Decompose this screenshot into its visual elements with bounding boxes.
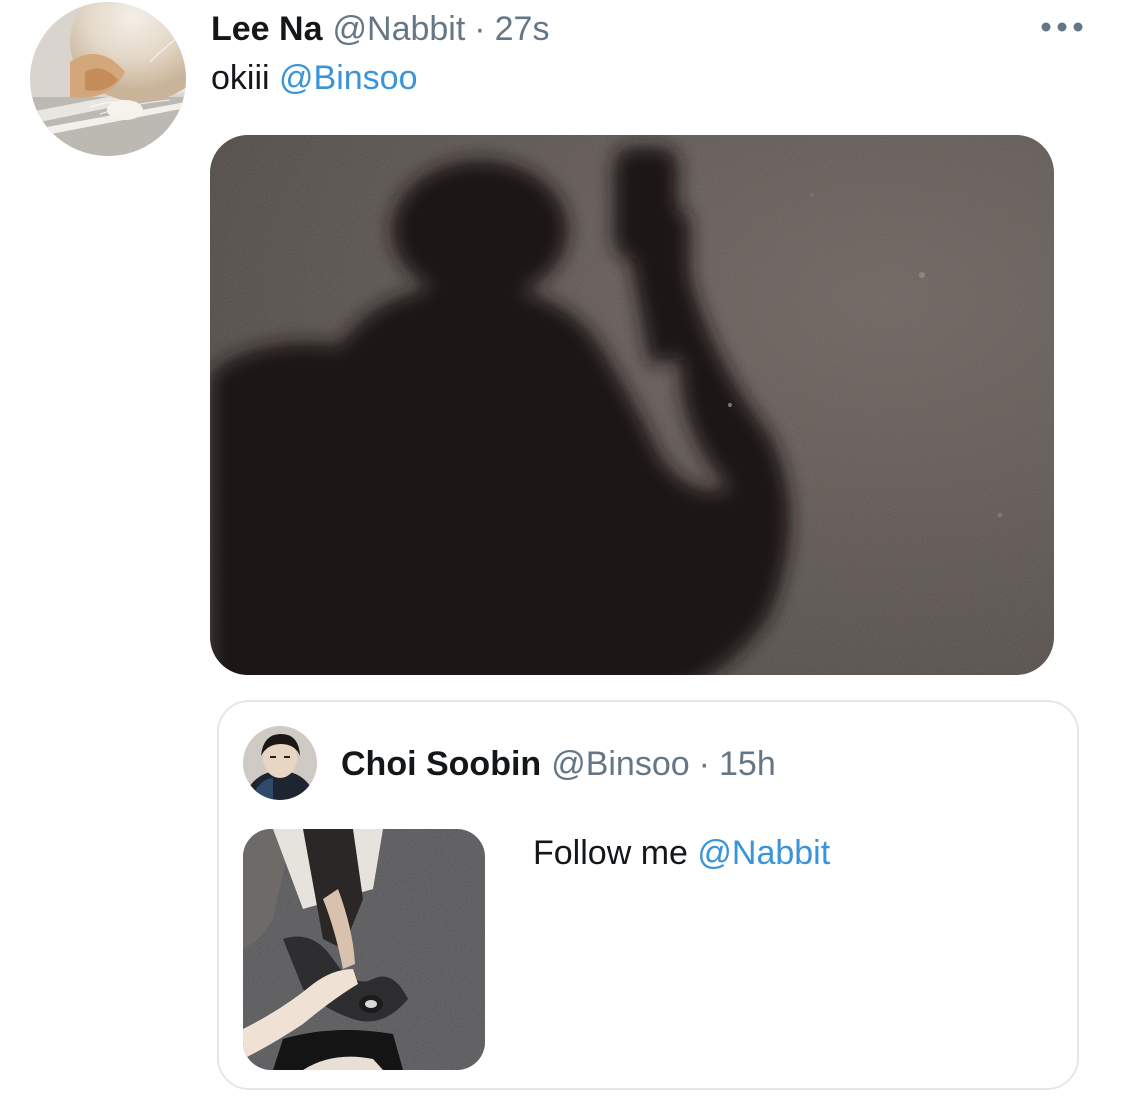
author-display-name[interactable]: Lee Na <box>211 6 323 52</box>
tweet-media[interactable] <box>210 135 1054 675</box>
quoted-tweet-timestamp[interactable]: 15h <box>719 742 776 786</box>
quoted-mention-link[interactable]: @Nabbit <box>697 834 830 872</box>
mention-link[interactable]: @Binsoo <box>279 59 417 97</box>
quoted-tweet-header: Choi Soobin @Binsoo · 15h <box>341 742 776 786</box>
author-handle[interactable]: @Nabbit <box>333 6 466 52</box>
quoted-author-avatar[interactable] <box>243 726 317 800</box>
tweet-header: Lee Na @Nabbit · 27s <box>211 6 549 52</box>
quoted-separator-dot: · <box>698 745 710 783</box>
quoted-tweet-text: Follow me @Nabbit <box>533 830 830 876</box>
quoted-tweet-media[interactable] <box>243 829 485 1070</box>
shadow-photo <box>210 135 1054 675</box>
tweet-body: okiii <box>211 59 270 97</box>
tweet-timestamp[interactable]: 27s <box>495 6 550 52</box>
cat-photo-avatar <box>30 2 186 156</box>
more-horizontal-icon[interactable] <box>1038 10 1088 44</box>
person-photo-avatar <box>243 726 317 800</box>
author-avatar[interactable] <box>30 2 186 156</box>
quoted-author-handle[interactable]: @Binsoo <box>551 742 689 786</box>
separator-dot: · <box>474 10 486 48</box>
quoted-tweet-body: Follow me <box>533 834 688 872</box>
quoted-tweet-card[interactable]: Choi Soobin @Binsoo · 15h Follow me @Nab… <box>217 700 1079 1090</box>
holding-hands-photo <box>243 829 485 1070</box>
quoted-author-display-name[interactable]: Choi Soobin <box>341 742 541 786</box>
tweet-text: okiii @Binsoo <box>211 55 418 101</box>
